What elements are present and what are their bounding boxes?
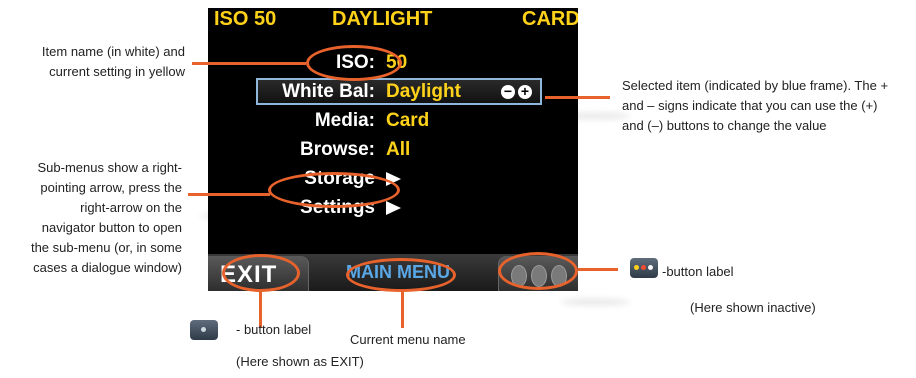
- iso-status: ISO 50: [214, 8, 277, 30]
- plus-circle-icon[interactable]: +: [518, 84, 532, 99]
- white-balance-status: DAYLIGHT: [332, 8, 433, 30]
- right-arrow-icon: [386, 201, 401, 215]
- callout-selected: Selected item (indicated by blue frame).…: [622, 78, 889, 133]
- callout-item-name: Item name (in white) and current setting…: [41, 44, 185, 79]
- callout-line-menu-name: [401, 292, 404, 328]
- decorative-shadow: [560, 298, 630, 306]
- callout-line-selected: [545, 96, 610, 99]
- callout-menu-name: Current menu name: [350, 332, 466, 347]
- camera-screen: ISO 50 DAYLIGHT CARD ISO: 50 White Bal: …: [208, 8, 578, 291]
- three-dot-button-icon: [630, 258, 658, 278]
- highlight-iso: [306, 45, 402, 81]
- menu-item-label: Media:: [314, 110, 375, 131]
- menu-item-value: Daylight: [386, 81, 461, 102]
- button-dot: [634, 265, 639, 270]
- minus-circle-icon[interactable]: −: [501, 84, 515, 99]
- button-dot: [641, 265, 646, 270]
- menu-item-settings[interactable]: Settings: [208, 194, 578, 222]
- status-bar: ISO 50 DAYLIGHT CARD: [208, 8, 578, 30]
- highlight-exit: [222, 254, 300, 292]
- menu-item-white-balance[interactable]: White Bal: Daylight − +: [208, 78, 578, 106]
- highlight-storage: [268, 172, 400, 208]
- callout-three-label: -button label: [662, 264, 734, 279]
- highlight-three-dot: [498, 252, 578, 290]
- callout-three-shown: (Here shown inactive): [690, 300, 816, 315]
- callout-line-item-name: [192, 62, 306, 65]
- menu-item-browse[interactable]: Browse: All: [208, 136, 578, 164]
- single-dot-button-icon: [190, 320, 218, 340]
- menu-item-media[interactable]: Media: Card: [208, 107, 578, 135]
- menu-item-label: Browse:: [300, 139, 375, 160]
- callout-submenu: Sub-menus show a right-pointing arrow, p…: [30, 160, 182, 275]
- menu-item-label: White Bal:: [282, 81, 375, 102]
- highlight-menu-name: [346, 258, 456, 292]
- callout-line-submenu: [188, 193, 270, 196]
- menu-item-value: Card: [386, 110, 430, 131]
- button-dot: [648, 265, 653, 270]
- menu-item-value: All: [386, 139, 411, 160]
- callout-button-shown: (Here shown as EXIT): [236, 354, 364, 369]
- callout-button-label: - button label: [236, 322, 312, 337]
- callout-line-three-dot: [578, 268, 618, 271]
- button-dot: [201, 327, 206, 332]
- media-status: CARD: [522, 8, 578, 30]
